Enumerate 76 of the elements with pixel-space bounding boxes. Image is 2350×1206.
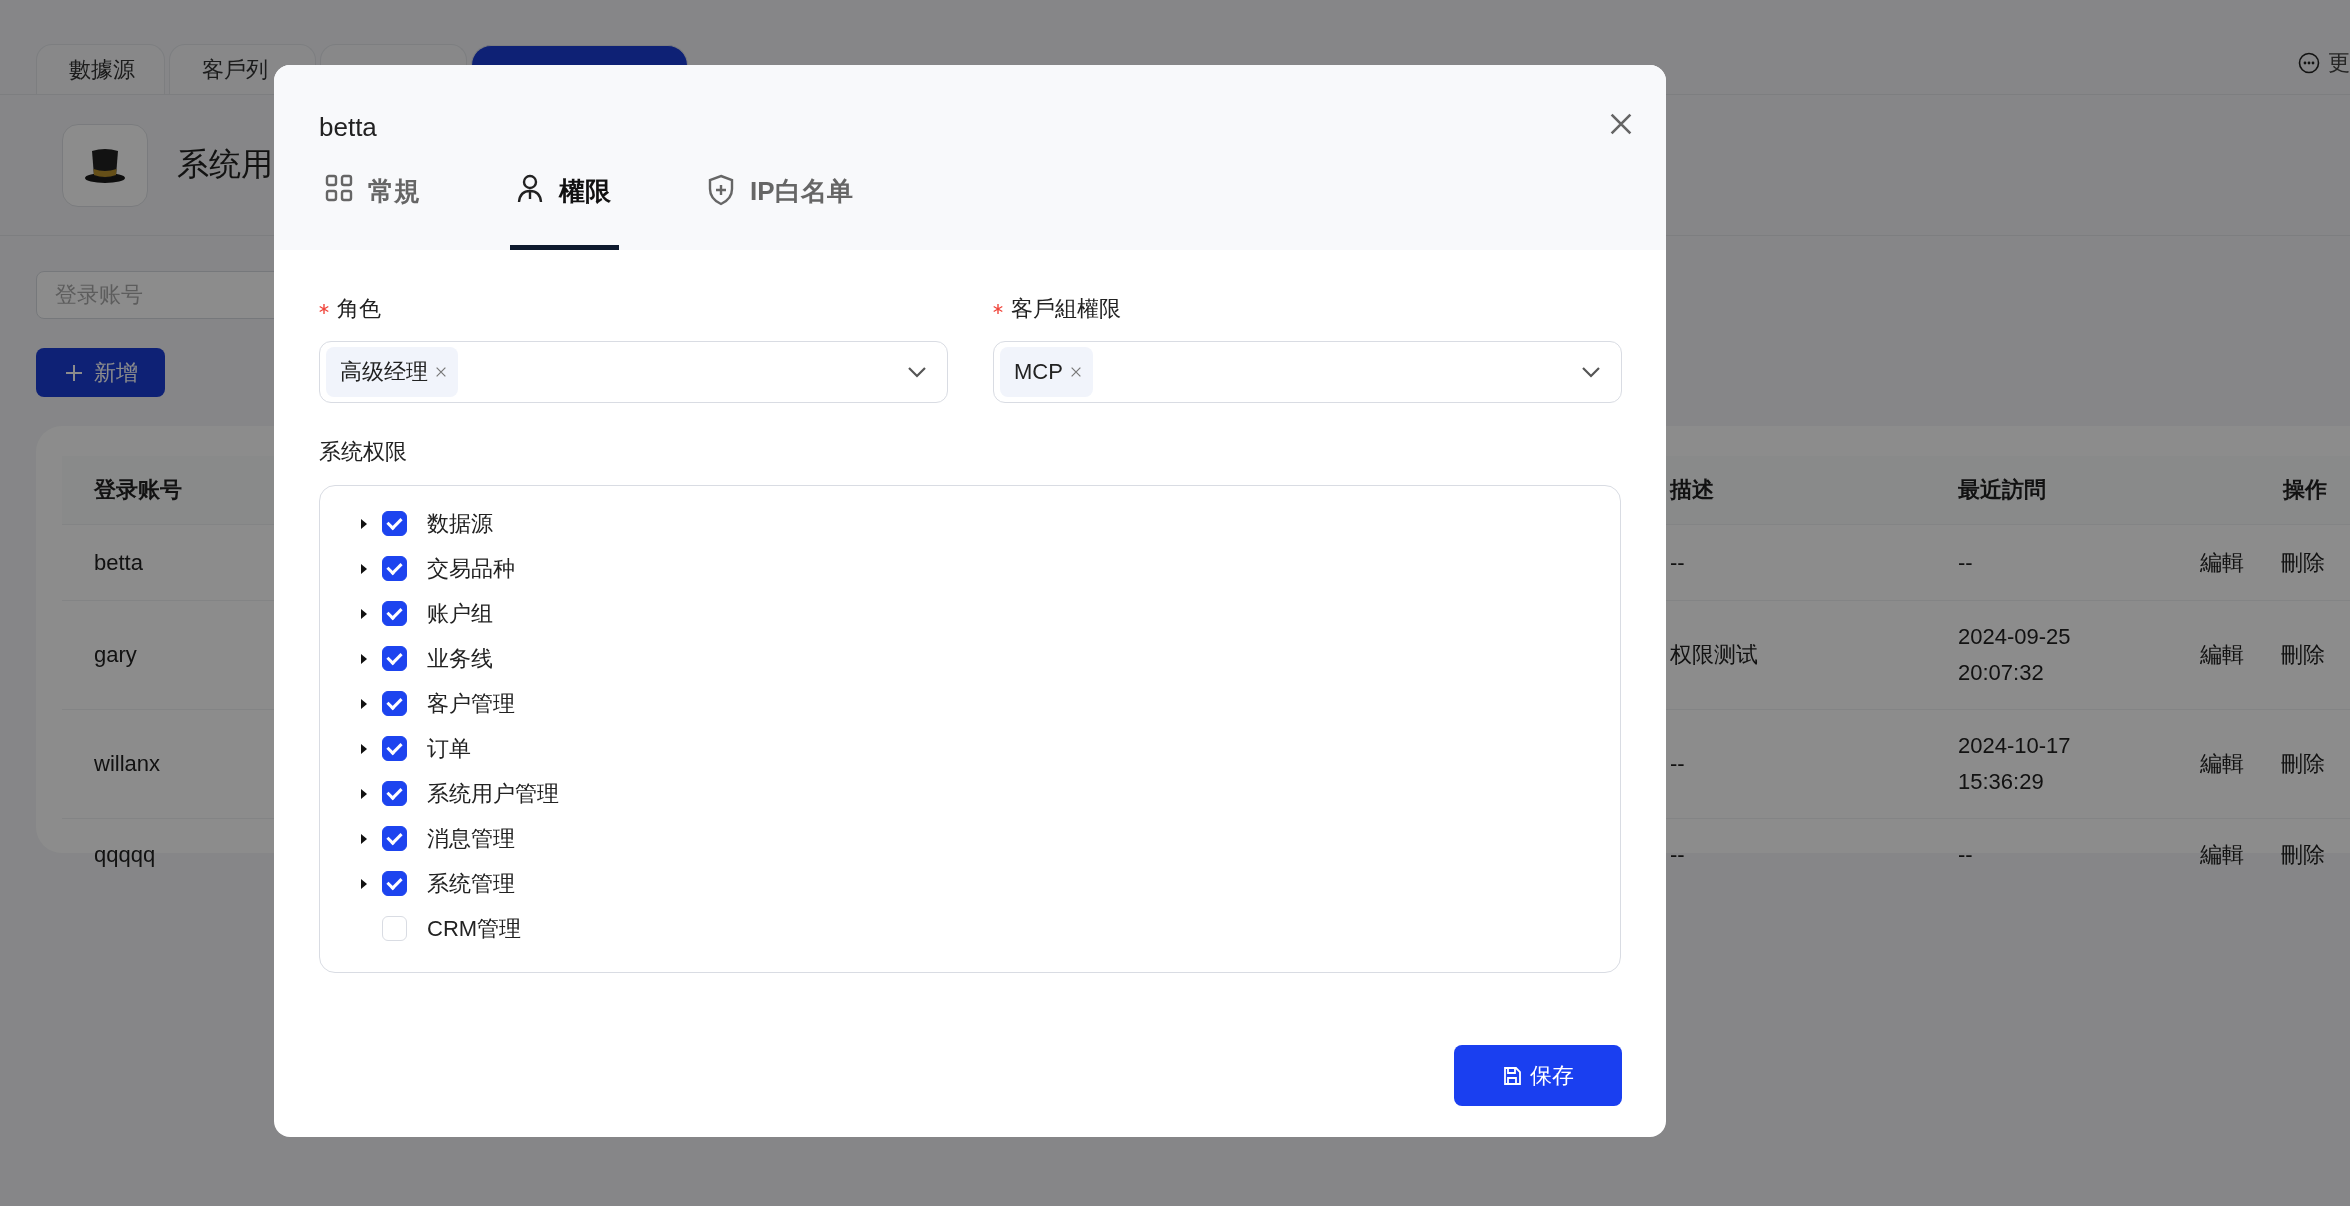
action-link[interactable]: 刪除: [2281, 544, 2325, 581]
add-button[interactable]: 新增: [36, 348, 165, 397]
dialog-tab[interactable]: 權限: [510, 160, 619, 250]
save-icon: [1502, 1065, 1522, 1086]
save-button[interactable]: 保存: [1454, 1045, 1622, 1106]
page-title: 系统用: [177, 145, 273, 184]
checkbox[interactable]: [382, 871, 407, 896]
grid-icon: [325, 174, 353, 202]
caret-right-icon[interactable]: [360, 517, 368, 530]
select-field[interactable]: MCP: [993, 341, 1622, 403]
action-link[interactable]: 刪除: [2281, 637, 2325, 673]
caret-right-icon[interactable]: [360, 877, 368, 890]
action-link[interactable]: 編輯: [2200, 746, 2244, 782]
caret-right-icon[interactable]: [360, 832, 368, 845]
action-link[interactable]: 編輯: [2200, 637, 2244, 673]
checkbox[interactable]: [382, 736, 407, 761]
more-icon[interactable]: [2298, 52, 2320, 74]
tree-item-label: 系统用户管理: [427, 779, 559, 808]
caret-right-icon[interactable]: [360, 742, 368, 755]
table-cell-text: --: [1670, 750, 1685, 778]
checkbox[interactable]: [382, 826, 407, 851]
chevron-down-icon: [907, 366, 927, 378]
tree-item-label: 账户组: [427, 599, 493, 628]
chevron-down-icon: [1581, 366, 1601, 378]
select-field[interactable]: 高级经理: [319, 341, 948, 403]
dialog-tab[interactable]: 常規: [319, 160, 428, 250]
dialog-tab[interactable]: IP白名单: [701, 160, 861, 250]
tree-item-label: 系统管理: [427, 869, 515, 898]
tag: 高级经理: [326, 347, 458, 397]
shield-add-icon: [707, 174, 735, 206]
more-label[interactable]: 更: [2328, 48, 2350, 78]
caret-right-icon[interactable]: [360, 652, 368, 665]
tree-item-label: 订单: [427, 734, 471, 763]
field-label: 客戶組權限: [1011, 295, 1121, 323]
page-tab[interactable]: 數據源: [36, 44, 165, 94]
table-cell-text: gary: [93, 641, 137, 669]
column-header: 描述: [1670, 476, 1714, 504]
tree-item-label: 业务线: [427, 644, 493, 673]
table-cell-text: qqqqq: [93, 841, 156, 869]
caret-right-icon[interactable]: [360, 697, 368, 710]
checkbox[interactable]: [382, 601, 407, 626]
table-cell-text: --: [1670, 548, 1685, 577]
checkbox[interactable]: [382, 691, 407, 716]
tag: MCP: [1000, 347, 1093, 397]
column-header: 登录账号: [93, 476, 182, 504]
dialog-title: betta: [319, 112, 377, 144]
column-header: 操作: [2281, 476, 2327, 504]
action-link[interactable]: 刪除: [2281, 837, 2325, 873]
action-link[interactable]: 編輯: [2200, 544, 2244, 581]
action-link[interactable]: 編輯: [2200, 837, 2244, 873]
column-header: 最近訪問: [1958, 476, 2046, 504]
tree-item-label: 消息管理: [427, 824, 515, 853]
table-cell-text: betta: [93, 548, 143, 577]
tree-item-label: 客户管理: [427, 689, 515, 718]
plus-icon: [63, 362, 84, 383]
checkbox[interactable]: [382, 556, 407, 581]
table-cell-text: --: [1958, 841, 1974, 869]
checkbox[interactable]: [382, 511, 407, 536]
action-link[interactable]: 刪除: [2281, 746, 2325, 782]
tree-item-label: 数据源: [427, 509, 493, 538]
table-cell-text: --: [1670, 841, 1685, 869]
caret-right-icon[interactable]: [360, 562, 368, 575]
table-cell-text: 权限测试: [1670, 641, 1758, 669]
tree-item-label: CRM管理: [427, 914, 522, 943]
caret-right-icon[interactable]: [360, 787, 368, 800]
person-icon: [516, 174, 544, 204]
table-cell-text: willanx: [93, 750, 161, 778]
remove-icon[interactable]: [434, 365, 448, 379]
checkbox[interactable]: [382, 646, 407, 671]
table-cell-text: --: [1958, 548, 1974, 577]
caret-right-icon[interactable]: [360, 607, 368, 620]
table-cell-text: 2024-10-17 15:36:29: [1958, 732, 2072, 796]
table-cell-text: 2024-09-25 20:07:32: [1958, 623, 2072, 687]
section-label: 系统权限: [319, 438, 408, 466]
checkbox[interactable]: [382, 781, 407, 806]
tree-item-label: 交易品种: [427, 554, 515, 583]
